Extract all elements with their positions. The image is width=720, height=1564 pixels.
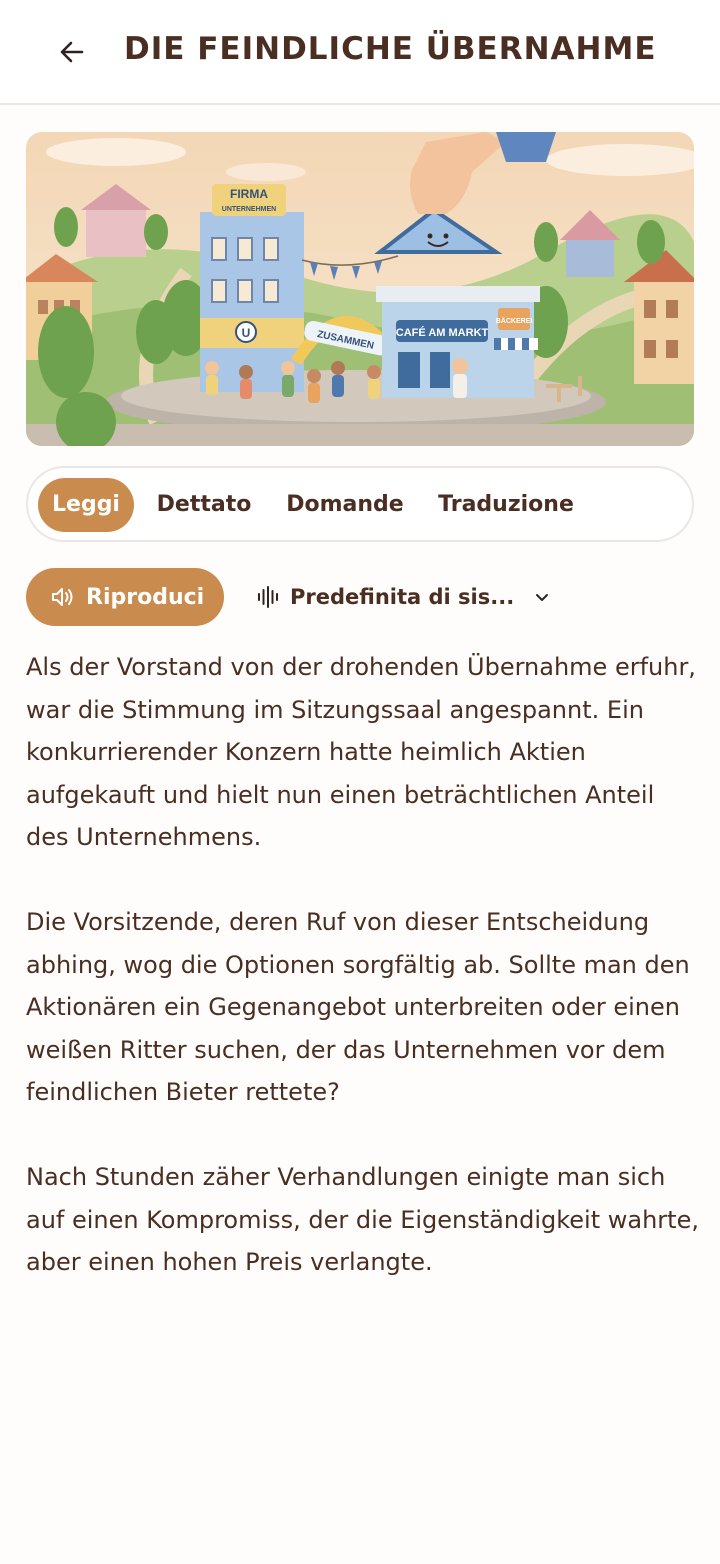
mode-tabs: Leggi Dettato Domande Traduzione [26,466,694,542]
baeckerei-sign-text: BÄCKEREI [496,317,533,325]
back-button[interactable] [50,30,94,74]
arrow-left-icon [60,41,84,63]
play-button[interactable]: Riproduci [26,568,224,626]
story-paragraph: Als der Vorstand von der drohenden Übern… [26,653,696,851]
tab-domande[interactable]: Domande [278,478,412,532]
story-paragraph: Die Vorsitzende, deren Ruf von dieser En… [26,908,690,1106]
tab-dettato[interactable]: Dettato [152,478,256,532]
firma-sign-text: FIRMA [230,187,268,201]
story-text: Als der Vorstand von der drohenden Übern… [26,646,700,1326]
play-button-label: Riproduci [86,584,205,610]
tab-leggi[interactable]: Leggi [38,478,134,532]
voice-selector-label: Predefinita di sis... [290,585,515,609]
chevron-down-icon [536,594,549,601]
story-paragraph: Nach Stunden zäher Verhandlungen einigte… [26,1163,699,1276]
speaker-icon [52,588,73,606]
tab-traduzione[interactable]: Traduzione [432,478,580,532]
waveform-icon [258,586,278,608]
voice-selector[interactable]: Predefinita di sis... [256,574,550,620]
cafe-sign-text: CAFÉ AM MARKT [396,326,489,339]
story-illustration: FIRMA UNTERNEHMEN U ZUSAMMEN CAFÉ AM MAR… [26,132,694,446]
unternehmen-sign-text: UNTERNEHMEN [222,206,276,213]
page-title: DIE FEINDLICHE ÜBERNAHME [124,31,657,67]
app-header: DIE FEINDLICHE ÜBERNAHME [0,0,720,105]
firma-logo-letter: U [242,326,251,340]
